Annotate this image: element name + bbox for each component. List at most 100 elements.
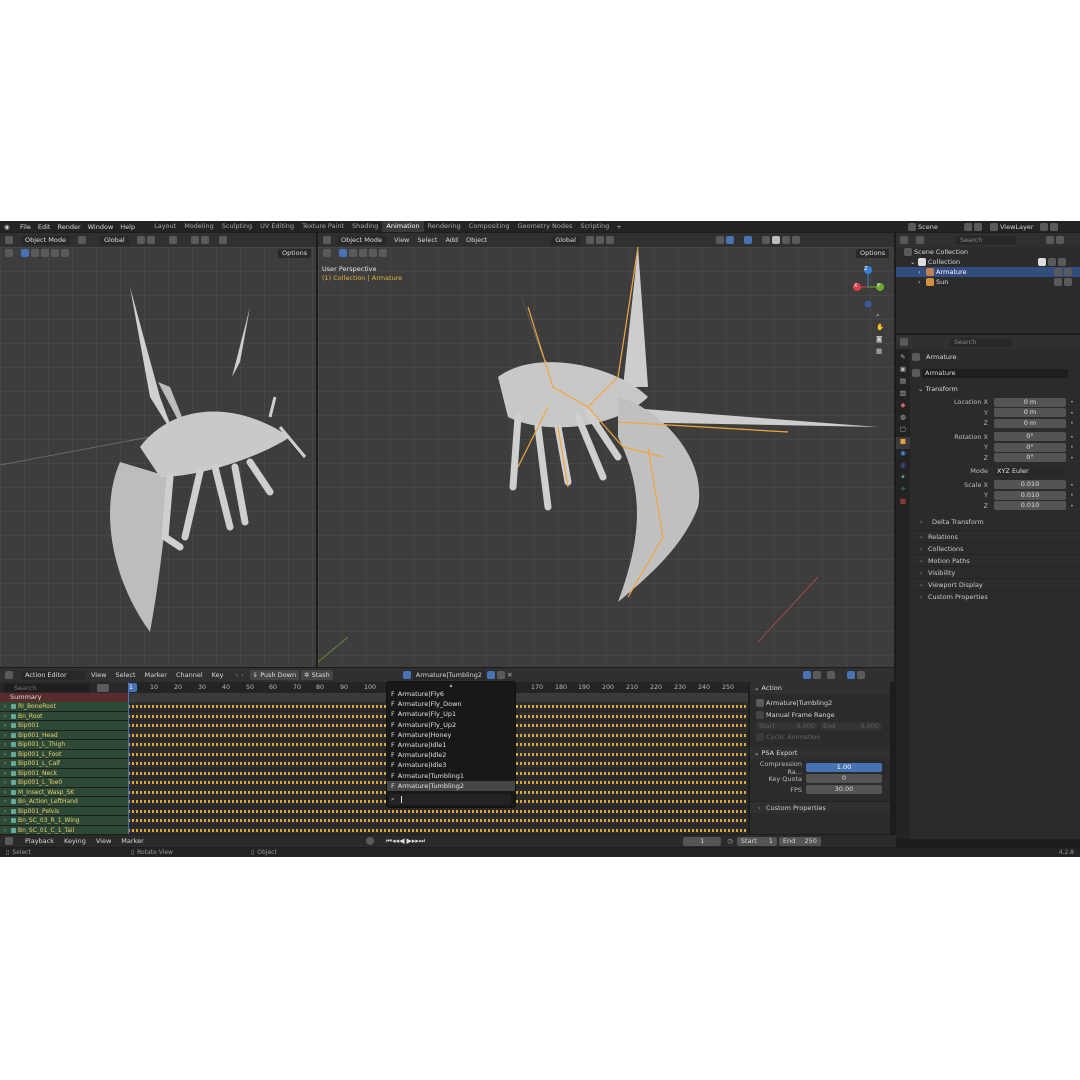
scene-collection-row[interactable]: Scene Collection	[896, 247, 1080, 257]
channel-row[interactable]: Bn_Action_LeftHand	[0, 797, 128, 807]
scroll-up-icon[interactable]: ▴	[387, 682, 515, 689]
channel-row[interactable]: Bip001	[0, 721, 128, 731]
action-option[interactable]: F Armature|Idle1	[387, 740, 515, 750]
outliner-item[interactable]: › Armature	[896, 267, 1080, 277]
channel-row[interactable]: Bip001_Head	[0, 730, 128, 740]
prev-key-icon[interactable]: ◂◂	[392, 837, 399, 845]
arrow-left-icon[interactable]: ‹	[235, 671, 238, 679]
channel-row[interactable]: Bip001_L_Calf	[0, 759, 128, 769]
filter-icon[interactable]	[826, 671, 835, 679]
render-tab-icon[interactable]: ▣	[896, 365, 910, 377]
collection-tab-icon[interactable]: ▢	[896, 425, 910, 437]
action-option[interactable]: F Armature|Tumbling2	[387, 780, 515, 791]
orientation-dropdown[interactable]: Global	[551, 235, 580, 245]
tab-sculpting[interactable]: Sculpting	[218, 221, 256, 232]
tab-animation[interactable]: Animation	[382, 221, 424, 232]
action-option[interactable]: F Armature|Fly_Down	[387, 699, 515, 709]
clock-icon[interactable]: ◷	[727, 837, 733, 845]
add-workspace-button[interactable]: +	[616, 223, 621, 231]
mode-dropdown[interactable]: Object Mode	[337, 235, 386, 245]
snap-icon[interactable]	[146, 236, 155, 244]
menu-file[interactable]: File	[20, 223, 31, 231]
keyframe-dot-icon[interactable]: •	[1070, 502, 1074, 510]
section-motion-paths[interactable]: Motion Paths	[912, 554, 1078, 567]
editor-type-icon[interactable]	[900, 338, 908, 346]
copy-icon[interactable]	[1040, 222, 1048, 231]
keyframe-dot-icon[interactable]: •	[1070, 433, 1074, 441]
menu-view[interactable]: View	[91, 671, 106, 679]
proportional-icon[interactable]	[605, 236, 614, 244]
menu-playback[interactable]: Playback	[25, 837, 54, 845]
eye-icon[interactable]	[1054, 268, 1062, 276]
tab-layout[interactable]: Layout	[150, 221, 180, 232]
visibility-icon[interactable]	[190, 236, 199, 244]
hand-pan-icon[interactable]: ✋	[876, 323, 888, 335]
scale-field[interactable]: 0.010	[994, 490, 1066, 500]
select-tool-icon[interactable]	[802, 671, 811, 679]
next-key-icon[interactable]: ▸▸	[412, 837, 419, 845]
new-collection-icon[interactable]	[1056, 236, 1064, 244]
menu-channel[interactable]: Channel	[176, 671, 203, 679]
scene-tab-icon[interactable]: ◆	[896, 401, 910, 413]
menu-render[interactable]: Render	[57, 223, 80, 231]
menu-help[interactable]: Help	[120, 223, 135, 231]
key-quota-field[interactable]: 0	[806, 774, 882, 783]
visibility-icon[interactable]	[715, 236, 724, 244]
keyframe-dot-icon[interactable]: •	[1070, 443, 1074, 451]
location-field[interactable]: 0 m	[994, 408, 1066, 418]
editor-mode-dropdown[interactable]: Action Editor	[21, 670, 85, 680]
channel-row[interactable]: Bn_SC_03_R_1_Wing	[0, 816, 128, 826]
play-reverse-icon[interactable]: ◀	[399, 837, 404, 845]
record-icon[interactable]	[365, 837, 374, 845]
channel-row[interactable]: Bip001_L_Thigh	[0, 740, 128, 750]
custom-properties-section[interactable]: Custom Properties	[750, 801, 890, 814]
end-frame-field[interactable]: End 0.000	[820, 721, 882, 730]
keyframe-dot-icon[interactable]: •	[1070, 454, 1074, 462]
channel-row[interactable]: Bip001_L_Toe0	[0, 778, 128, 788]
stash-button[interactable]: ✲ Stash	[301, 670, 333, 680]
scale-field[interactable]: 0.010	[994, 501, 1066, 511]
compression-slider[interactable]: 1.00	[806, 763, 882, 772]
keyframe-dot-icon[interactable]: •	[1070, 419, 1074, 427]
filter-icon[interactable]	[1046, 236, 1054, 244]
tab-scripting[interactable]: Scripting	[576, 221, 613, 232]
channel-row[interactable]: Bip001_L_Foot	[0, 749, 128, 759]
editor-type-icon[interactable]	[5, 837, 13, 845]
unlink-action-icon[interactable]: ✕	[507, 671, 512, 679]
expand-icon[interactable]: ›	[918, 267, 926, 277]
manual-range-checkbox[interactable]	[756, 710, 764, 719]
tab-texture-paint[interactable]: Texture Paint	[298, 221, 348, 232]
gizmo-icon[interactable]	[200, 236, 209, 244]
keyframe-dot-icon[interactable]: •	[1070, 491, 1074, 499]
checkbox-icon[interactable]	[1038, 258, 1046, 266]
duplicate-action-icon[interactable]	[497, 671, 506, 679]
camera-icon[interactable]	[1064, 268, 1072, 276]
properties-search[interactable]: Search	[950, 337, 1012, 347]
gizmo-icon[interactable]	[725, 236, 734, 244]
action-browse-icon[interactable]	[402, 671, 411, 679]
tab-geometry-nodes[interactable]: Geometry Nodes	[514, 221, 577, 232]
section-relations[interactable]: Relations	[912, 530, 1078, 543]
pivot-icon[interactable]	[136, 236, 145, 244]
tab-rendering[interactable]: Rendering	[424, 221, 465, 232]
menu-select[interactable]: Select	[417, 236, 437, 244]
keyframe-dot-icon[interactable]: •	[1070, 398, 1074, 406]
psa-export-header[interactable]: ⌄ PSA Export	[750, 747, 890, 759]
copy-icon[interactable]	[964, 222, 972, 231]
modifier-tab-icon[interactable]: ◉	[896, 449, 910, 461]
location-field[interactable]: 0 m	[994, 418, 1066, 428]
menu-edit[interactable]: Edit	[38, 223, 51, 231]
fake-user-icon[interactable]	[487, 671, 496, 679]
object-tab-icon[interactable]: ■	[896, 437, 910, 449]
gizmo-y-label[interactable]: Y	[877, 283, 880, 289]
transform-section-header[interactable]: ⌄ Transform	[912, 383, 1078, 395]
menu-select[interactable]: Select	[115, 671, 135, 679]
scene-selector[interactable]: Scene ViewLayer	[908, 221, 1060, 232]
section-visibility[interactable]: Visibility	[912, 566, 1078, 579]
tab-modeling[interactable]: Modeling	[180, 221, 218, 232]
channel-row[interactable]: RI_BoneRoot	[0, 702, 128, 712]
action-name-field[interactable]: Armature|Tumbling2	[412, 670, 486, 680]
swap-icon[interactable]	[97, 683, 109, 692]
menu-view[interactable]: View	[394, 236, 409, 244]
channel-search[interactable]: Search	[4, 683, 89, 692]
